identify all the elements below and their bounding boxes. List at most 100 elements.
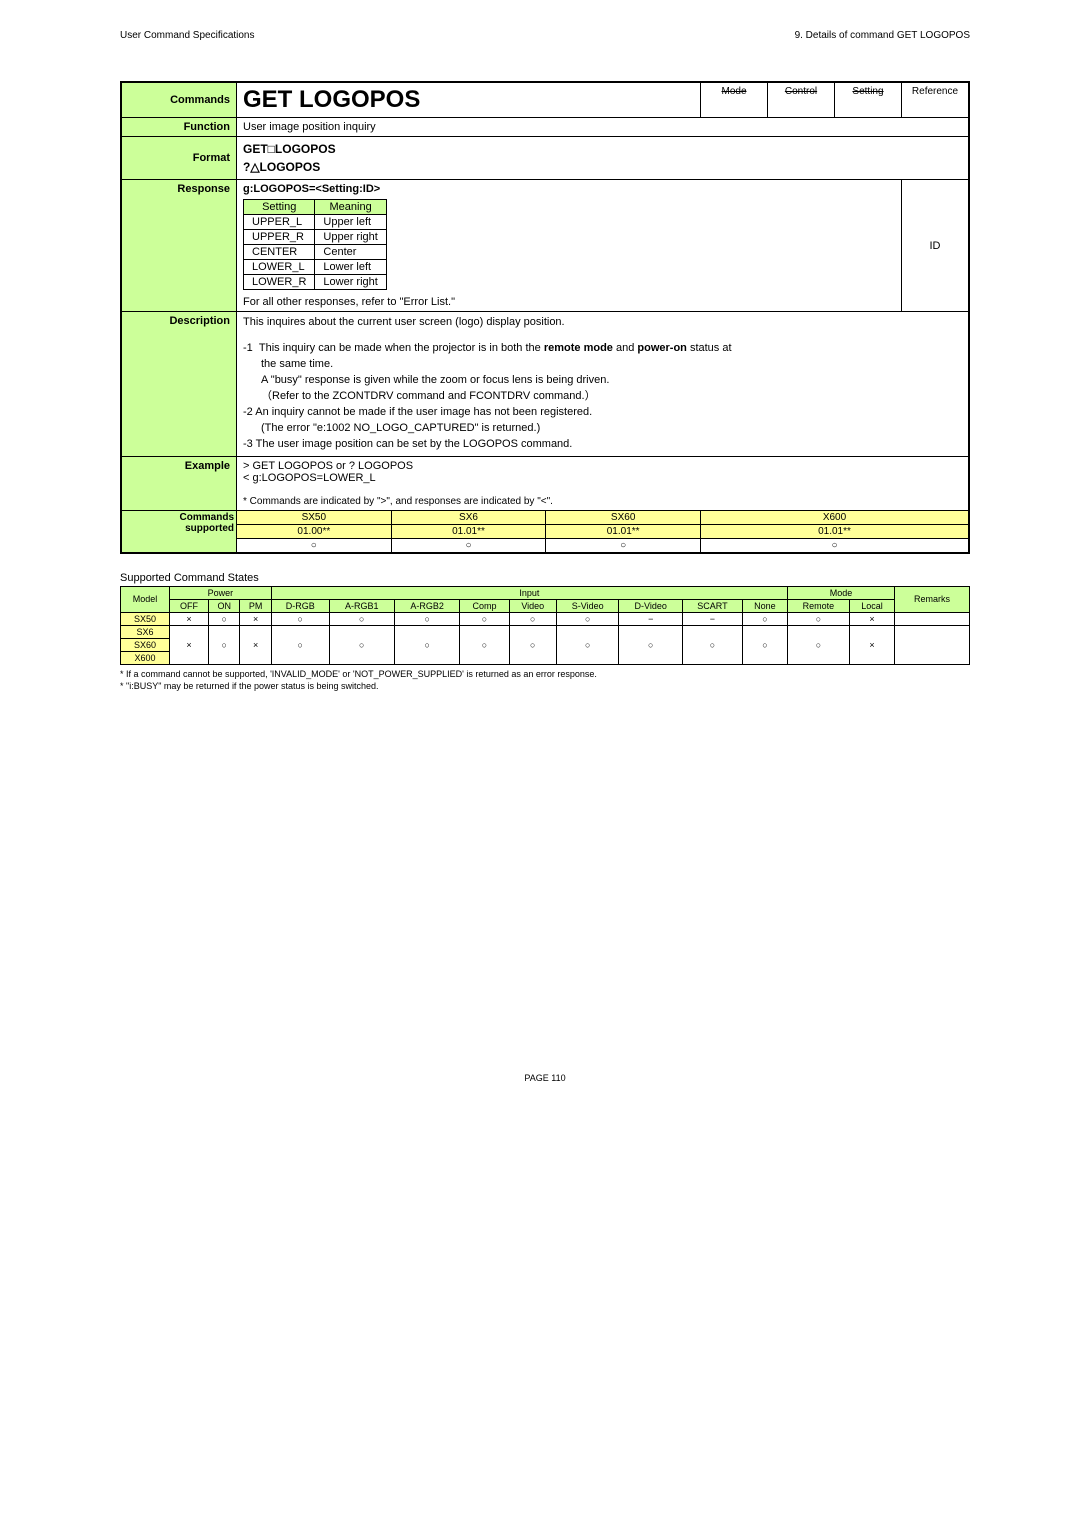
scs-cell: ○	[509, 625, 556, 664]
description-main: This inquires about the current user scr…	[243, 315, 962, 331]
scs-cell: ○	[209, 612, 240, 625]
scs-cell: ○	[329, 625, 394, 664]
scs-cell: ×	[240, 612, 271, 625]
scs-sub: A-RGB1	[329, 599, 394, 612]
scs-hdr-remarks: Remarks	[895, 586, 970, 612]
function-label: Function	[121, 118, 237, 137]
settings-cell: Upper left	[315, 215, 386, 230]
response-footer: For all other responses, refer to "Error…	[243, 296, 895, 308]
description-line: (The error "e:1002 NO_LOGO_CAPTURED" is …	[243, 421, 962, 437]
scs-cell: ○	[271, 612, 329, 625]
scs-sub: Comp	[460, 599, 509, 612]
settings-col-setting: Setting	[244, 200, 315, 215]
description-line: -1 This inquiry can be made when the pro…	[243, 341, 962, 357]
description-label: Description	[121, 312, 237, 457]
scs-cell: ○	[394, 612, 459, 625]
description-line: A "busy" response is given while the zoo…	[243, 373, 962, 389]
supported-mark: ○	[701, 538, 970, 553]
scs-cell: ○	[787, 625, 849, 664]
settings-cell: UPPER_R	[244, 230, 315, 245]
scs-cell: ○	[787, 612, 849, 625]
supported-model: SX50	[237, 510, 392, 524]
settings-col-meaning: Meaning	[315, 200, 386, 215]
supported-label-1: Commands	[124, 512, 234, 523]
scs-cell	[895, 625, 970, 664]
example-note: * Commands are indicated by ">", and res…	[243, 496, 962, 507]
notes: * If a command cannot be supported, 'INV…	[120, 668, 970, 693]
scs-sub: Local	[849, 599, 894, 612]
response-header: g:LOGOPOS=<Setting:ID>	[243, 183, 895, 195]
supported-mark: ○	[237, 538, 392, 553]
scs-hdr-power: Power	[170, 586, 272, 599]
scs-sub: Remote	[787, 599, 849, 612]
scs-cell: ○	[460, 612, 509, 625]
supported-version: 01.00**	[237, 524, 392, 538]
settings-cell: CENTER	[244, 245, 315, 260]
scs-cell	[895, 612, 970, 625]
settings-cell: LOWER_L	[244, 260, 315, 275]
page-header: User Command Specifications 9. Details o…	[120, 30, 970, 41]
scs-sub: Video	[509, 599, 556, 612]
scs-sub: A-RGB2	[394, 599, 459, 612]
example-label: Example	[121, 456, 237, 510]
command-table: Commands GET LOGOPOS Mode Control Settin…	[120, 81, 970, 554]
example-body: > GET LOGOPOS or ? LOGOPOS < g:LOGOPOS=L…	[237, 456, 970, 510]
scs-cell: ×	[849, 612, 894, 625]
scs-sub: SCART	[682, 599, 742, 612]
scs-cell: ×	[170, 612, 209, 625]
scs-cell: ○	[742, 612, 787, 625]
scs-cell: ○	[556, 612, 619, 625]
header-right: 9. Details of command GET LOGOPOS	[795, 30, 970, 41]
scs-sub: ON	[209, 599, 240, 612]
scs-sub: OFF	[170, 599, 209, 612]
scs-sub: PM	[240, 599, 271, 612]
bold-power-on: power-on	[637, 342, 687, 354]
response-label: Response	[121, 180, 237, 312]
format-value: GET□LOGOPOS ?△LOGOPOS	[237, 137, 970, 180]
scs-cell: ○	[460, 625, 509, 664]
function-text: User image position inquiry	[237, 118, 970, 137]
format-line1: GET□LOGOPOS	[243, 140, 962, 158]
example-line2: < g:LOGOPOS=LOWER_L	[243, 472, 962, 484]
supported-version: 01.01**	[701, 524, 970, 538]
scs-cell: ○	[619, 625, 682, 664]
scs-cell: ○	[556, 625, 619, 664]
scs-cell: −	[682, 612, 742, 625]
commands-label: Commands	[121, 82, 237, 118]
scs-hdr-mode: Mode	[787, 586, 894, 599]
description-line: the same time.	[243, 357, 962, 373]
tag-mode: Mode	[701, 82, 768, 118]
scs-sub: None	[742, 599, 787, 612]
scs-cell: ○	[271, 625, 329, 664]
note-line: * If a command cannot be supported, 'INV…	[120, 668, 970, 681]
scs-sub: D-RGB	[271, 599, 329, 612]
settings-cell: Upper right	[315, 230, 386, 245]
example-line1: > GET LOGOPOS or ? LOGOPOS	[243, 460, 962, 472]
settings-cell: Lower left	[315, 260, 386, 275]
scs-table: Model Power Input Mode Remarks OFF ON PM…	[120, 586, 970, 665]
scs-cell: ×	[240, 625, 271, 664]
response-body: g:LOGOPOS=<Setting:ID> Setting Meaning U…	[237, 180, 902, 312]
note-line: * "i:BUSY" may be returned if the power …	[120, 680, 970, 693]
format-line2: ?△LOGOPOS	[243, 158, 962, 176]
supported-mark: ○	[391, 538, 546, 553]
scs-cell: ×	[849, 625, 894, 664]
scs-model: SX50	[121, 612, 170, 625]
scs-model: X600	[121, 651, 170, 664]
scs-cell: ×	[170, 625, 209, 664]
settings-cell: UPPER_L	[244, 215, 315, 230]
page: User Command Specifications 9. Details o…	[0, 0, 1080, 1123]
scs-sub: S-Video	[556, 599, 619, 612]
format-label: Format	[121, 137, 237, 180]
description-line: -2 An inquiry cannot be made if the user…	[243, 405, 962, 421]
scs-cell: ○	[209, 625, 240, 664]
scs-cell: ○	[682, 625, 742, 664]
supported-label-2: supported	[124, 523, 234, 534]
description-line: -3 The user image position can be set by…	[243, 437, 962, 453]
scs-title: Supported Command States	[120, 572, 970, 584]
settings-cell: Lower right	[315, 275, 386, 290]
settings-table: Setting Meaning UPPER_LUpper left UPPER_…	[243, 199, 387, 290]
supported-model: SX60	[546, 510, 701, 524]
scs-cell: ○	[329, 612, 394, 625]
supported-version: 01.01**	[391, 524, 546, 538]
